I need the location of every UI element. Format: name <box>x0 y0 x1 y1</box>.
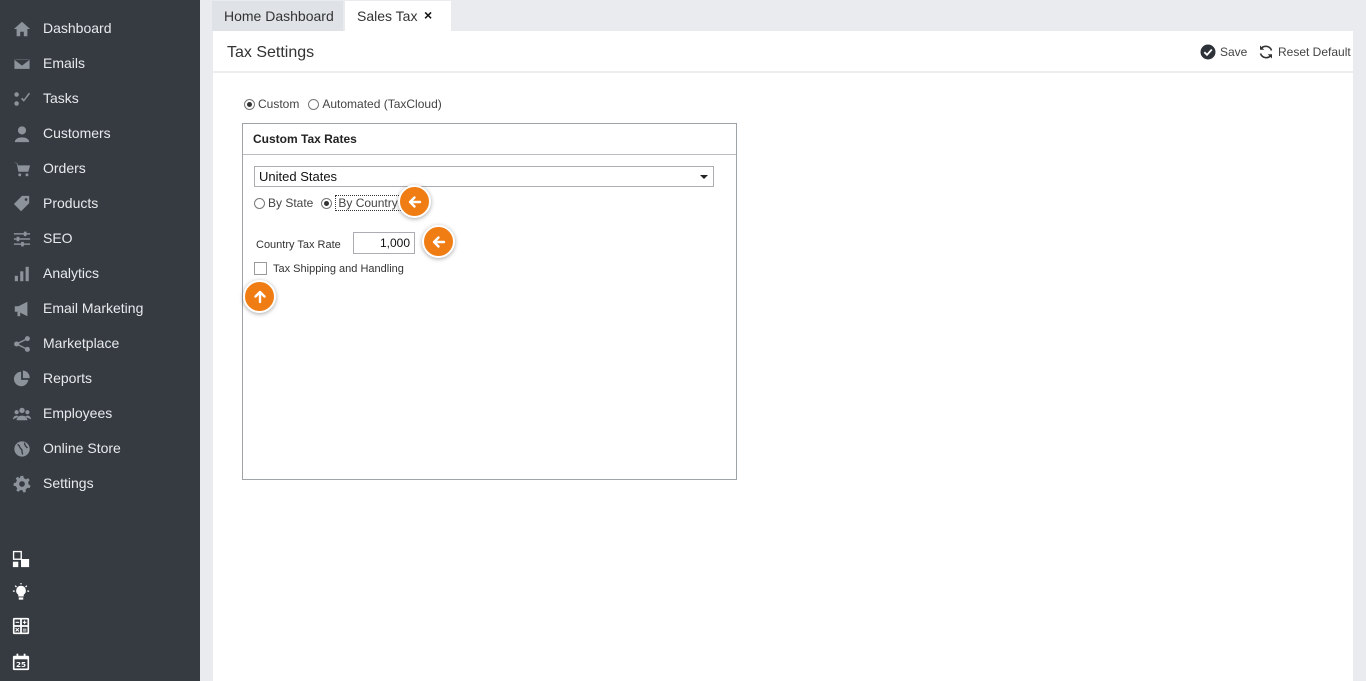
tax-shipping-label: Tax Shipping and Handling <box>273 262 404 275</box>
sidebar-item-settings[interactable]: Settings <box>0 466 200 501</box>
sidebar-item-marketplace[interactable]: Marketplace <box>0 326 200 361</box>
by-country-label: By Country <box>335 195 401 211</box>
sidebar-item-tasks[interactable]: Tasks <box>0 81 200 116</box>
close-icon[interactable]: × <box>424 7 432 23</box>
sidebar-item-emails[interactable]: Emails <box>0 46 200 81</box>
cart-icon <box>12 160 32 178</box>
sidebar-item-reports[interactable]: Reports <box>0 361 200 396</box>
sidebar-item-label: Online Store <box>43 440 121 456</box>
scope-radio-group: By State By Country <box>254 195 401 211</box>
tab-sales-tax[interactable]: Sales Tax × <box>345 1 451 31</box>
envelope-icon <box>12 55 32 73</box>
sidebar-item-label: Dashboard <box>43 20 112 36</box>
reset-default-button[interactable]: Reset Default <box>1258 43 1351 61</box>
globe-icon <box>12 440 32 458</box>
custom-radio[interactable] <box>244 98 255 110</box>
sidebar-item-label: Analytics <box>43 265 100 281</box>
automated-radio-label: Automated (TaxCloud) <box>322 97 442 111</box>
sidebar-item-customers[interactable]: Customers <box>0 116 200 151</box>
reset-label: Reset Default <box>1278 45 1351 59</box>
calendar-day: 25 <box>16 660 26 669</box>
by-country-radio[interactable] <box>321 197 333 209</box>
sidebar-item-products[interactable]: Products <box>0 186 200 221</box>
sidebar-item-employees[interactable]: Employees <box>0 396 200 431</box>
sidebar-item-online-store[interactable]: Online Store <box>0 431 200 466</box>
tax-shipping-row: Tax Shipping and Handling <box>254 262 404 275</box>
tab-bar: Home Dashboard Sales Tax × <box>200 0 1366 31</box>
panel-header: Custom Tax Rates <box>243 124 736 155</box>
check-circle-icon <box>1200 44 1216 60</box>
page-title: Tax Settings <box>227 44 315 61</box>
country-tax-rate-input[interactable]: 1,000 <box>353 232 415 254</box>
sidebar-item-label: Marketplace <box>43 335 120 351</box>
arrow-left-icon <box>398 185 431 218</box>
gear-icon <box>12 475 32 493</box>
sidebar-item-label: Settings <box>43 475 94 491</box>
by-state-label: By State <box>268 196 314 210</box>
caret-down-icon <box>700 175 708 179</box>
country-tax-rate-label: Country Tax Rate <box>256 239 341 251</box>
user-icon <box>12 125 32 143</box>
tab-label: Sales Tax <box>357 8 418 24</box>
tab-label: Home Dashboard <box>224 8 334 24</box>
sidebar-item-label: Employees <box>43 405 113 421</box>
panel-title: Custom Tax Rates <box>253 132 357 146</box>
sidebar-item-label: Email Marketing <box>43 300 144 316</box>
custom-radio-label: Custom <box>258 97 300 111</box>
mode-radio-group: Custom Automated (TaxCloud) <box>244 97 442 111</box>
windows-icon[interactable] <box>11 549 31 569</box>
group-icon <box>12 405 32 423</box>
custom-tax-rates-panel: Custom Tax Rates United States By State … <box>242 123 737 480</box>
refresh-icon <box>1259 45 1273 59</box>
megaphone-icon <box>12 300 32 318</box>
sidebar-item-label: Orders <box>43 160 86 176</box>
lightbulb-icon[interactable] <box>11 582 31 602</box>
by-state-radio[interactable] <box>254 197 265 209</box>
save-label: Save <box>1220 45 1248 59</box>
page-header: Tax Settings Save Reset Default <box>213 31 1353 73</box>
sidebar: Dashboard Emails Tasks Customers Orders … <box>0 0 200 681</box>
arrow-up-icon <box>243 280 276 313</box>
main-content: Tax Settings Save Reset Default Custom A… <box>213 31 1353 681</box>
sidebar-item-label: SEO <box>43 230 73 246</box>
country-select-value: United States <box>259 169 338 184</box>
tax-shipping-checkbox[interactable] <box>254 262 267 275</box>
sidebar-item-orders[interactable]: Orders <box>0 151 200 186</box>
calendar-icon[interactable]: 25 <box>11 652 31 672</box>
tasks-icon <box>12 90 32 108</box>
sidebar-item-label: Emails <box>43 55 86 71</box>
sidebar-item-email-marketing[interactable]: Email Marketing <box>0 291 200 326</box>
sidebar-item-label: Products <box>43 195 99 211</box>
tag-icon <box>12 195 32 213</box>
bar-chart-icon <box>12 265 32 283</box>
automated-radio[interactable] <box>308 98 320 110</box>
pie-chart-icon <box>12 370 32 388</box>
calculator-icon[interactable] <box>11 616 31 636</box>
share-icon <box>12 335 32 353</box>
sidebar-item-seo[interactable]: SEO <box>0 221 200 256</box>
sidebar-item-analytics[interactable]: Analytics <box>0 256 200 291</box>
arrow-left-icon <box>422 225 455 258</box>
home-icon <box>12 20 32 38</box>
country-select[interactable]: United States <box>254 166 714 187</box>
tab-home-dashboard[interactable]: Home Dashboard <box>212 1 343 31</box>
sliders-icon <box>12 230 32 248</box>
sidebar-item-dashboard[interactable]: Dashboard <box>0 11 200 46</box>
sidebar-item-label: Reports <box>43 370 93 386</box>
sidebar-item-label: Tasks <box>43 90 79 106</box>
sidebar-item-label: Customers <box>43 125 111 141</box>
save-button[interactable]: Save <box>1200 43 1247 61</box>
